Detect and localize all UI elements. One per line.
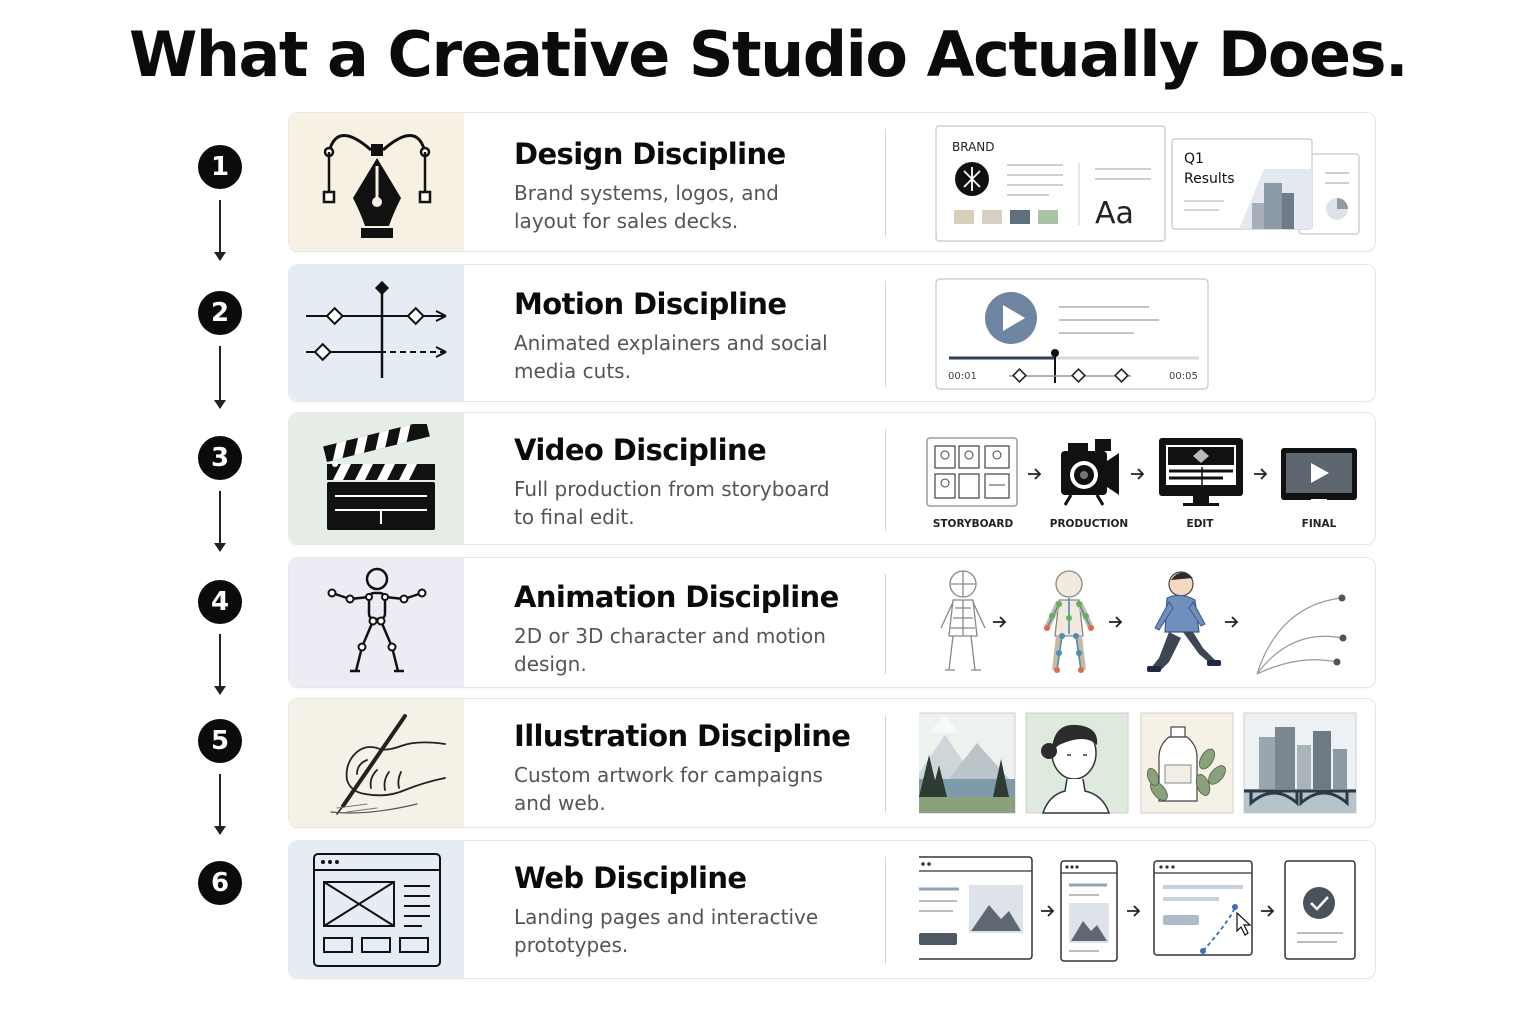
step-card-design: Design Discipline Brand systems, logos, … [288, 112, 1376, 252]
step-description: 2D or 3D character and motion design. [514, 624, 826, 676]
web-prototype-visual [908, 841, 1369, 985]
prototype-interaction-icon [1153, 860, 1253, 956]
storyboard-icon [926, 437, 1018, 507]
video-pipeline-visual: STORYBOARD PRODUCTION EDIT FINAL [919, 413, 1369, 551]
mesh-figure-icon [940, 570, 986, 671]
brand-deck-visual: BRAND Aa Q1 Results [919, 113, 1369, 258]
step-connector-arrow [214, 346, 226, 409]
final-screen-icon [1281, 448, 1357, 502]
deck-label-results: Results [1184, 171, 1235, 187]
step-connector-arrow [214, 200, 226, 261]
type-sample: Aa [1095, 196, 1134, 231]
step-number-4: 4 [198, 580, 242, 624]
deck-label-q1: Q1 [1184, 151, 1204, 167]
step-card-illustration: Illustration Discipline Custom artwork f… [288, 698, 1376, 828]
stage-label: PRODUCTION [1050, 518, 1128, 530]
landscape-artwork-icon [908, 712, 1016, 814]
step-description: Brand systems, logos, and layout for sal… [514, 181, 779, 233]
card-divider [885, 574, 886, 674]
step-number-3: 3 [198, 436, 242, 480]
stage-label: STORYBOARD [933, 518, 1014, 530]
time-start: 00:01 [948, 371, 977, 382]
keyframe-timeline-icon [289, 265, 464, 401]
desktop-layout-icon [908, 856, 1033, 960]
step-title: Animation Discipline [514, 580, 839, 614]
step-card-web: Web Discipline Landing pages and interac… [288, 840, 1376, 979]
time-end: 00:05 [1169, 371, 1198, 382]
mobile-layout-icon [1060, 860, 1118, 962]
step-card-animation: Animation Discipline 2D or 3D character … [288, 557, 1376, 688]
character-pipeline-visual [919, 558, 1369, 694]
step-number-5: 5 [198, 719, 242, 763]
rigged-figure-icon [1044, 570, 1094, 673]
step-connector-arrow [214, 491, 226, 552]
success-check-icon [1284, 860, 1356, 960]
step-connector-arrow [214, 634, 226, 695]
page-title: What a Creative Studio Actually Does. [128, 18, 1409, 91]
step-title: Illustration Discipline [514, 719, 851, 753]
pen-tool-icon [289, 113, 464, 251]
stage-label: EDIT [1187, 518, 1215, 530]
step-title: Motion Discipline [514, 287, 787, 321]
camera-icon [1061, 439, 1119, 506]
card-divider [885, 129, 886, 237]
hand-drawing-icon [289, 699, 464, 827]
step-number-6: 6 [198, 861, 242, 905]
artwork-gallery-visual [908, 699, 1369, 834]
clapperboard-icon [289, 413, 464, 544]
brand-label: BRAND [952, 140, 995, 154]
video-player-visual: 00:01 00:05 [919, 265, 1369, 408]
cityscape-artwork-icon [1243, 712, 1357, 814]
motion-curves-icon [1256, 594, 1347, 675]
step-card-video: Video Discipline Full production from st… [288, 412, 1376, 545]
portrait-artwork-icon [1025, 712, 1129, 814]
step-description: Custom artwork for campaigns and web. [514, 763, 823, 815]
step-title: Design Discipline [514, 137, 786, 171]
step-description: Landing pages and interactive prototypes… [514, 905, 819, 957]
browser-wireframe-icon [289, 841, 464, 978]
step-card-motion: Motion Discipline Animated explainers an… [288, 264, 1376, 402]
step-title: Web Discipline [514, 861, 747, 895]
rig-figure-icon [289, 558, 464, 687]
card-divider [885, 715, 886, 813]
step-connector-arrow [214, 774, 226, 835]
step-description: Animated explainers and social media cut… [514, 331, 828, 383]
step-number-2: 2 [198, 291, 242, 335]
card-divider [885, 281, 886, 387]
walking-character-icon [1147, 571, 1221, 672]
botanical-bottle-artwork-icon [1140, 712, 1234, 814]
step-number-1: 1 [198, 145, 242, 189]
stage-label: FINAL [1302, 518, 1337, 530]
step-description: Full production from storyboard to final… [514, 477, 830, 529]
card-divider [885, 857, 886, 964]
card-divider [885, 429, 886, 531]
edit-monitor-icon [1159, 438, 1243, 506]
step-title: Video Discipline [514, 433, 767, 467]
